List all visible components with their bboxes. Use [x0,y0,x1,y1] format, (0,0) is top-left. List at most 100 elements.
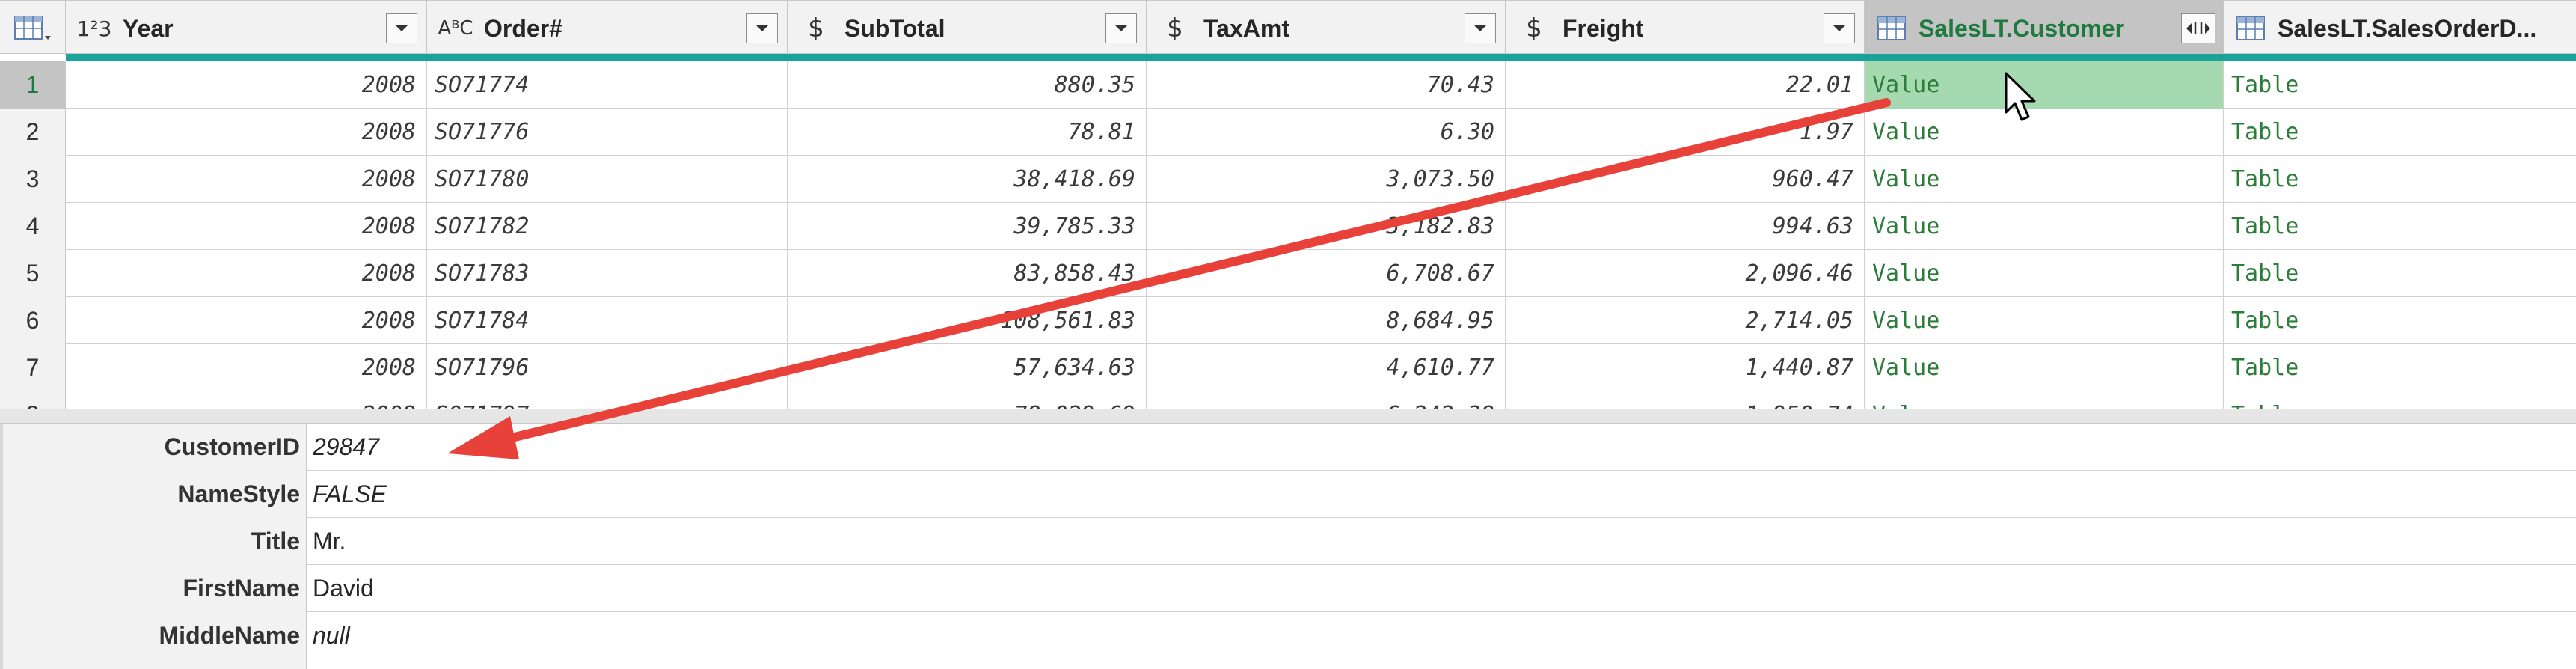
detail-field-value[interactable]: Mr. [313,518,346,565]
row-number[interactable]: 2 [0,109,66,156]
column-header-saleslt-customer[interactable]: SalesLT.Customer [1865,1,2224,55]
cell-taxamt[interactable]: 70.43 [1147,61,1506,109]
column-header-freight[interactable]: $ Freight [1506,1,1865,55]
cell-year[interactable]: 2008 [66,250,427,297]
cell-customer-value[interactable]: Value [1865,344,2224,391]
table-menu-button[interactable] [0,1,66,55]
expand-column-button[interactable] [2181,13,2215,43]
cell-freight[interactable]: 1.97 [1506,109,1865,156]
cell-taxamt[interactable]: 3,182.83 [1147,203,1506,250]
cell-subtotal[interactable]: 57,634.63 [788,344,1147,391]
column-header-saleslt-salesorderdetail[interactable]: SalesLT.SalesOrderD... [2224,1,2576,55]
cell-taxamt[interactable]: 8,684.95 [1147,297,1506,344]
currency-type-icon[interactable]: $ [1516,13,1552,43]
cell-taxamt[interactable]: 6,708.67 [1147,250,1506,297]
cell-subtotal[interactable]: 78.81 [788,109,1147,156]
column-quality-bar [66,54,2576,61]
column-header-row: 1²3 Year AᴮC Order# $ SubTotal $ TaxAmt … [0,0,2576,55]
filter-dropdown-button-order[interactable] [746,13,778,43]
cell-customer-value[interactable]: Value [1865,250,2224,297]
cell-salesorderdetail-table[interactable]: Table [2224,297,2576,344]
cell-freight[interactable]: 2,714.05 [1506,297,1865,344]
filter-dropdown-button-freight[interactable] [1824,13,1855,43]
row-number[interactable]: 3 [0,156,66,203]
cell-customer-value-selected[interactable]: Value [1865,61,2224,109]
preview-pane-splitter[interactable] [0,409,2576,424]
cell-subtotal[interactable]: 78,029.69 [788,391,1147,409]
cell-subtotal[interactable]: 83,858.43 [788,250,1147,297]
cell-year[interactable]: 2008 [66,297,427,344]
cell-freight[interactable]: 994.63 [1506,203,1865,250]
cell-salesorderdetail-table[interactable]: Table [2224,156,2576,203]
currency-type-icon[interactable]: $ [1157,13,1193,43]
whole-number-type-icon[interactable]: 1²3 [76,16,112,41]
cell-year[interactable]: 2008 [66,109,427,156]
table-type-icon[interactable] [1875,13,1908,43]
detail-row: NameStyle FALSE [0,471,2576,518]
cell-subtotal[interactable]: 39,785.33 [788,203,1147,250]
expand-icon [2186,22,2210,34]
cell-salesorderdetail-table[interactable]: Table [2224,391,2576,409]
cell-order[interactable]: SO71782 [427,203,788,250]
column-header-subtotal[interactable]: $ SubTotal [788,1,1147,55]
cell-taxamt[interactable]: 3,073.50 [1147,156,1506,203]
filter-dropdown-button-subtotal[interactable] [1105,13,1137,43]
filter-dropdown-button-year[interactable] [386,13,417,43]
cell-salesorderdetail-table[interactable]: Table [2224,344,2576,391]
row-number[interactable]: 1 [0,61,66,109]
detail-field-value[interactable]: FALSE [313,471,387,518]
cell-customer-value[interactable]: Value [1865,156,2224,203]
detail-field-value[interactable]: 29847 [313,424,379,471]
row-number[interactable]: 5 [0,250,66,297]
cell-order[interactable]: SO71797 [427,391,788,409]
detail-row: CustomerID 29847 [0,424,2576,471]
cell-year[interactable]: 2008 [66,203,427,250]
cell-order[interactable]: SO71784 [427,297,788,344]
row-number[interactable]: 8 [0,391,66,409]
column-header-year[interactable]: 1²3 Year [66,1,427,55]
cell-subtotal[interactable]: 38,418.69 [788,156,1147,203]
currency-type-icon[interactable]: $ [798,13,834,43]
cell-freight[interactable]: 1,950.74 [1506,391,1865,409]
column-label-taxamt: TaxAmt [1203,14,1289,42]
cell-salesorderdetail-table[interactable]: Table [2224,61,2576,109]
cell-customer-value[interactable]: Value [1865,297,2224,344]
row-number[interactable]: 6 [0,297,66,344]
cell-order[interactable]: SO71776 [427,109,788,156]
cell-subtotal[interactable]: 108,561.83 [788,297,1147,344]
detail-field-value[interactable]: null [313,612,350,659]
cell-taxamt[interactable]: 4,610.77 [1147,344,1506,391]
cell-year[interactable]: 2008 [66,61,427,109]
cell-year[interactable]: 2008 [66,156,427,203]
cell-salesorderdetail-table[interactable]: Table [2224,203,2576,250]
column-header-taxamt[interactable]: $ TaxAmt [1147,1,1506,55]
text-type-icon[interactable]: AᴮC [438,17,473,40]
cell-year[interactable]: 2008 [66,344,427,391]
cell-freight[interactable]: 2,096.46 [1506,250,1865,297]
column-header-order[interactable]: AᴮC Order# [427,1,788,55]
chevron-down-icon [396,25,408,31]
cell-year[interactable]: 2008 [66,391,427,409]
cell-salesorderdetail-table[interactable]: Table [2224,109,2576,156]
cell-freight[interactable]: 22.01 [1506,61,1865,109]
detail-field-label: NameStyle [0,471,307,518]
filter-dropdown-button-taxamt[interactable] [1465,13,1496,43]
detail-row-partial [0,659,2576,669]
cell-taxamt[interactable]: 6.30 [1147,109,1506,156]
cell-customer-value[interactable]: Value [1865,203,2224,250]
cell-subtotal[interactable]: 880.35 [788,61,1147,109]
cell-order[interactable]: SO71774 [427,61,788,109]
cell-customer-value[interactable]: Value [1865,391,2224,409]
cell-customer-value[interactable]: Value [1865,109,2224,156]
cell-salesorderdetail-table[interactable]: Table [2224,250,2576,297]
cell-order[interactable]: SO71796 [427,344,788,391]
table-type-icon[interactable] [2234,13,2267,43]
cell-taxamt[interactable]: 6,242.38 [1147,391,1506,409]
detail-field-value[interactable]: David [313,565,374,612]
cell-order[interactable]: SO71780 [427,156,788,203]
cell-freight[interactable]: 1,440.87 [1506,344,1865,391]
row-number[interactable]: 7 [0,344,66,391]
cell-freight[interactable]: 960.47 [1506,156,1865,203]
row-number[interactable]: 4 [0,203,66,250]
cell-order[interactable]: SO71783 [427,250,788,297]
